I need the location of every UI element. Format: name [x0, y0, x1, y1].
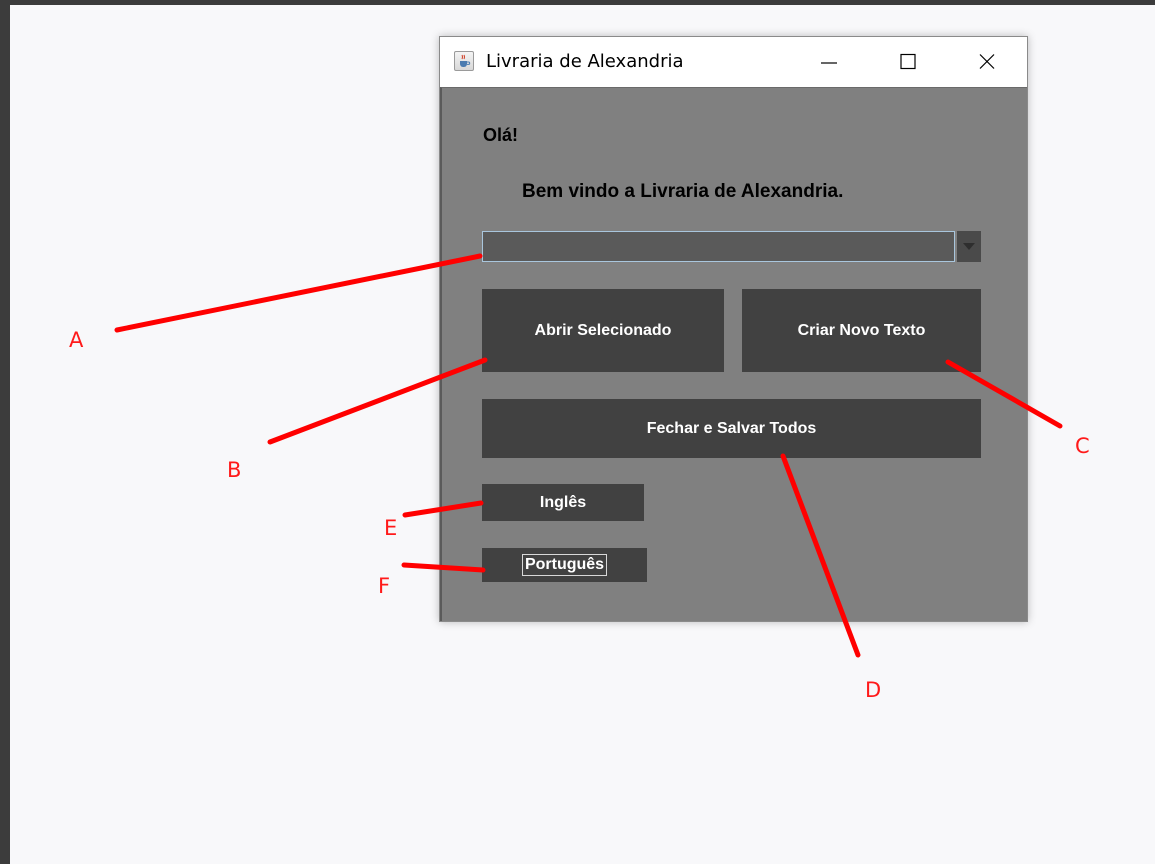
greeting-label: Olá! [483, 125, 519, 145]
text-select-combobox[interactable] [482, 231, 955, 262]
english-label: Inglês [539, 493, 587, 511]
close-button[interactable] [964, 37, 1010, 87]
title-bar[interactable]: Livraria de Alexandria [440, 37, 1027, 87]
create-new-text-label: Criar Novo Texto [797, 321, 926, 339]
english-button[interactable]: Inglês [482, 484, 644, 521]
window-title: Livraria de Alexandria [486, 51, 684, 72]
java-cup-icon [454, 51, 474, 71]
portuguese-button[interactable]: Português [482, 548, 647, 582]
minimize-icon [821, 62, 837, 64]
minimize-button[interactable] [806, 37, 852, 87]
annotation-label-f: F [378, 574, 391, 598]
annotation-label-b: B [227, 458, 242, 482]
create-new-text-button[interactable]: Criar Novo Texto [742, 289, 981, 372]
annotation-label-e: E [384, 516, 398, 540]
open-selected-label: Abrir Selecionado [534, 321, 672, 339]
welcome-label: Bem vindo a Livraria de Alexandria. [522, 181, 844, 202]
annotation-label-d: D [865, 678, 882, 702]
content-panel: Olá! Bem vindo a Livraria de Alexandria.… [440, 87, 1027, 621]
combobox-dropdown-button[interactable] [957, 231, 981, 262]
maximize-button[interactable] [885, 37, 931, 87]
close-icon [979, 54, 995, 69]
maximize-icon [900, 53, 916, 70]
close-and-save-all-label: Fechar e Salvar Todos [646, 419, 817, 437]
annotation-label-c: C [1075, 434, 1090, 458]
close-and-save-all-button[interactable]: Fechar e Salvar Todos [482, 399, 981, 458]
open-selected-button[interactable]: Abrir Selecionado [482, 289, 724, 372]
app-window: Livraria de Alexandria Olá! Bem vindo a … [439, 36, 1028, 622]
screen-frame-left [0, 0, 10, 864]
screen-frame-top [0, 0, 1155, 5]
annotation-line-a [114, 253, 483, 333]
portuguese-label: Português [521, 554, 608, 576]
chevron-down-icon [963, 243, 975, 250]
annotation-label-a: A [69, 328, 84, 352]
